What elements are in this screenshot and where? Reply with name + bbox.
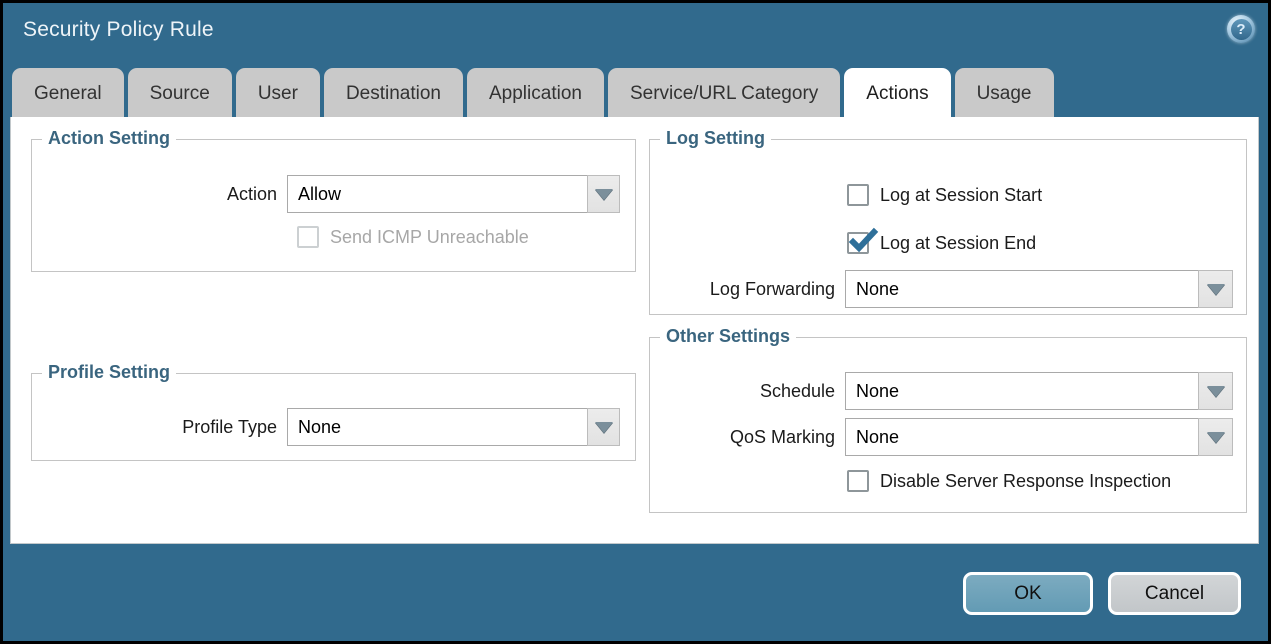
tab-service-url-category[interactable]: Service/URL Category (608, 68, 840, 118)
tab-general[interactable]: General (12, 68, 124, 118)
schedule-label: Schedule (650, 381, 845, 402)
log-session-end-label: Log at Session End (880, 233, 1036, 254)
action-label: Action (32, 184, 287, 205)
action-dropdown-value: Allow (287, 175, 587, 213)
send-icmp-unreachable-label: Send ICMP Unreachable (330, 227, 529, 248)
action-dropdown[interactable]: Allow (287, 175, 620, 213)
cancel-button[interactable]: Cancel (1108, 572, 1241, 615)
log-session-start-label: Log at Session Start (880, 185, 1042, 206)
qos-marking-label: QoS Marking (650, 427, 845, 448)
tab-application[interactable]: Application (467, 68, 604, 118)
tab-bar: General Source User Destination Applicat… (12, 68, 1058, 118)
log-session-end-checkbox[interactable] (847, 232, 869, 254)
ok-button[interactable]: OK (963, 572, 1093, 615)
disable-server-response-inspection-checkbox[interactable] (847, 470, 869, 492)
other-settings-group: Other Settings Schedule None QoS Marking… (649, 337, 1247, 513)
log-forwarding-label: Log Forwarding (650, 279, 845, 300)
tab-source[interactable]: Source (128, 68, 232, 118)
profile-type-dropdown[interactable]: None (287, 408, 620, 446)
triangle-glyph (1207, 284, 1225, 295)
log-session-start-checkbox[interactable] (847, 184, 869, 206)
content-panel: Action Setting Action Allow Send ICMP Un… (10, 117, 1259, 544)
disable-server-response-inspection-label: Disable Server Response Inspection (880, 471, 1171, 492)
log-setting-group: Log Setting Log at Session Start Log at … (649, 139, 1247, 315)
log-forwarding-dropdown-value: None (845, 270, 1198, 308)
dialog-title: Security Policy Rule (23, 18, 214, 42)
send-icmp-unreachable-row: Send ICMP Unreachable (297, 226, 529, 248)
chevron-down-icon[interactable] (587, 408, 620, 446)
triangle-glyph (1207, 386, 1225, 397)
triangle-glyph (595, 422, 613, 433)
action-setting-legend: Action Setting (42, 128, 176, 149)
log-session-end-row: Log at Session End (847, 232, 1036, 254)
tab-destination[interactable]: Destination (324, 68, 463, 118)
log-setting-legend: Log Setting (660, 128, 771, 149)
tab-actions[interactable]: Actions (844, 68, 950, 118)
triangle-glyph (595, 189, 613, 200)
disable-server-response-inspection-row: Disable Server Response Inspection (847, 470, 1171, 492)
qos-marking-dropdown-value: None (845, 418, 1198, 456)
log-session-start-row: Log at Session Start (847, 184, 1042, 206)
tab-user[interactable]: User (236, 68, 320, 118)
question-mark-glyph: ? (1231, 19, 1252, 40)
schedule-dropdown[interactable]: None (845, 372, 1233, 410)
profile-type-dropdown-value: None (287, 408, 587, 446)
help-icon[interactable]: ? (1227, 15, 1255, 43)
log-forwarding-dropdown[interactable]: None (845, 270, 1233, 308)
other-settings-legend: Other Settings (660, 326, 796, 347)
profile-setting-group: Profile Setting Profile Type None (31, 373, 636, 461)
profile-type-label: Profile Type (32, 417, 287, 438)
chevron-down-icon[interactable] (1198, 418, 1233, 456)
action-setting-group: Action Setting Action Allow Send ICMP Un… (31, 139, 636, 272)
profile-setting-legend: Profile Setting (42, 362, 176, 383)
schedule-dropdown-value: None (845, 372, 1198, 410)
chevron-down-icon[interactable] (1198, 270, 1233, 308)
chevron-down-icon[interactable] (587, 175, 620, 213)
qos-marking-dropdown[interactable]: None (845, 418, 1233, 456)
tab-usage[interactable]: Usage (955, 68, 1054, 118)
security-policy-rule-dialog: Security Policy Rule ? General Source Us… (0, 0, 1271, 644)
checkmark-icon (849, 228, 877, 254)
send-icmp-unreachable-checkbox[interactable] (297, 226, 319, 248)
triangle-glyph (1207, 432, 1225, 443)
chevron-down-icon[interactable] (1198, 372, 1233, 410)
